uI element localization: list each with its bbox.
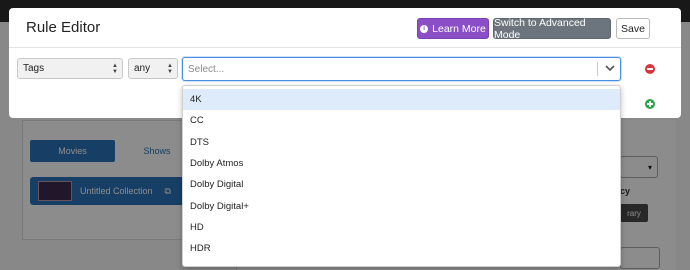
value-search-input[interactable] [188,62,588,76]
add-rule-icon[interactable] [645,99,655,109]
chevron-down-icon[interactable] [603,61,617,75]
save-button[interactable]: Save [616,18,650,39]
menu-option-4k[interactable]: 4K [183,89,620,110]
learn-more-label: Learn More [432,22,486,35]
modal-title: Rule Editor [26,19,101,36]
value-combobox[interactable] [182,57,621,81]
menu-option-hd[interactable]: HD [183,217,620,238]
field-select[interactable]: Tags ▲ ▼ [17,58,123,79]
menu-option-dolby-atmos[interactable]: Dolby Atmos [183,153,620,174]
select-arrows-icon: ▲ ▼ [112,63,118,75]
modal-header: Rule Editor i Learn More Switch to Advan… [9,8,681,48]
select-arrows-icon: ▲ ▼ [167,63,173,75]
menu-option-dolby-digital-plus[interactable]: Dolby Digital+ [183,196,620,217]
info-icon: i [420,24,429,33]
learn-more-button[interactable]: i Learn More [417,18,489,39]
menu-option-cc[interactable]: CC [183,110,620,131]
field-select-value: Tags [23,63,45,74]
remove-rule-icon[interactable] [645,64,655,74]
combobox-separator [597,62,598,76]
rule-row: Tags ▲ ▼ any ▲ ▼ [9,57,681,82]
operator-select-value: any [134,63,151,74]
menu-option-dolby-digital[interactable]: Dolby Digital [183,174,620,195]
value-dropdown-menu: 4K CC DTS Dolby Atmos Dolby Digital Dolb… [182,85,621,267]
menu-option-hdr[interactable]: HDR [183,238,620,259]
operator-select[interactable]: any ▲ ▼ [128,58,178,79]
advanced-mode-button[interactable]: Switch to Advanced Mode [493,17,611,41]
menu-option-dts[interactable]: DTS [183,132,620,153]
